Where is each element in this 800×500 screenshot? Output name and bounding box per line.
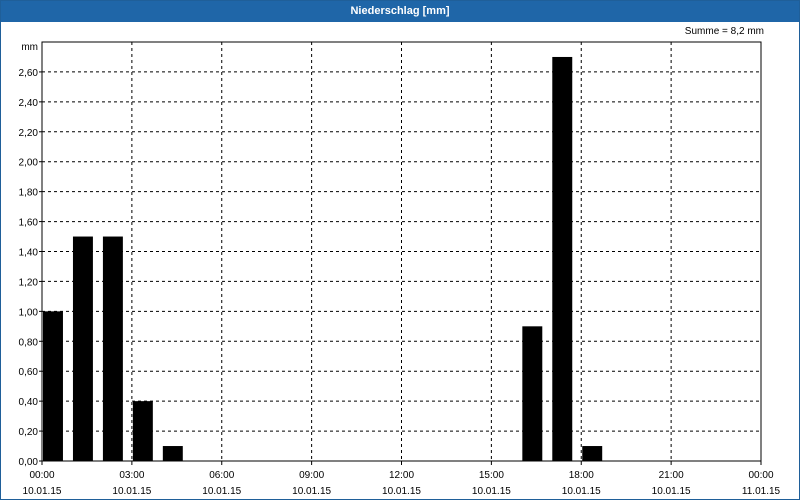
x-tick-label-date: 10.01.15 xyxy=(652,486,691,497)
y-tick-label: 0,40 xyxy=(19,397,39,408)
y-tick-label: 1,40 xyxy=(19,248,39,259)
x-tick-label-date: 10.01.15 xyxy=(202,486,241,497)
bar-0200 xyxy=(102,236,123,461)
x-tick-label-date: 10.01.15 xyxy=(292,486,331,497)
y-tick-label: 1,80 xyxy=(19,188,39,199)
y-tick-label: 2,00 xyxy=(19,158,39,169)
x-tick-label-date: 10.01.15 xyxy=(112,486,151,497)
x-tick-label-date: 10.01.15 xyxy=(382,486,421,497)
x-tick-label-time: 21:00 xyxy=(659,470,684,481)
y-tick-label: 1,00 xyxy=(19,307,39,318)
x-tick-label-date: 10.01.15 xyxy=(23,486,62,497)
x-tick-label-date: 10.01.15 xyxy=(472,486,511,497)
y-tick-label: 2,20 xyxy=(19,128,39,139)
y-tick-label: 1,20 xyxy=(19,277,39,288)
x-tick-label-time: 06:00 xyxy=(209,470,234,481)
x-tick-label-time: 03:00 xyxy=(119,470,144,481)
x-tick-label-time: 12:00 xyxy=(389,470,414,481)
precipitation-chart: 0,00 0,20 0,40 0,60 0,80 1,00 1,20 1,40 1,60 1,80… xyxy=(19,41,781,497)
bar-0100 xyxy=(72,236,93,461)
x-tick-label-date: 11.01.15 xyxy=(742,486,781,497)
x-tick-label-time: 15:00 xyxy=(479,470,504,481)
bar-1800 xyxy=(582,446,603,461)
y-axis-label: mm xyxy=(21,42,38,53)
x-tick-label-time: 09:00 xyxy=(299,470,324,481)
x-tick-label-time: 00:00 xyxy=(748,470,773,481)
y-tick-label: 0,00 xyxy=(19,457,39,468)
y-tick-label: 1,60 xyxy=(19,218,39,229)
bar-0000 xyxy=(43,311,63,461)
x-tick-label-time: 18:00 xyxy=(569,470,594,481)
y-tick-label: 2,40 xyxy=(19,98,39,109)
bar-0400 xyxy=(162,446,183,461)
x-tick-label-date: 10.01.15 xyxy=(562,486,601,497)
y-tick-label: 0,20 xyxy=(19,427,39,438)
x-tick-label-time: 00:00 xyxy=(29,470,54,481)
y-tick-label: 0,60 xyxy=(19,367,39,378)
bar-0300 xyxy=(132,401,153,461)
bar-1600 xyxy=(522,326,543,461)
bar-1700 xyxy=(552,56,573,461)
y-tick-label: 2,60 xyxy=(19,68,39,79)
y-tick-label: 0,80 xyxy=(19,337,39,348)
